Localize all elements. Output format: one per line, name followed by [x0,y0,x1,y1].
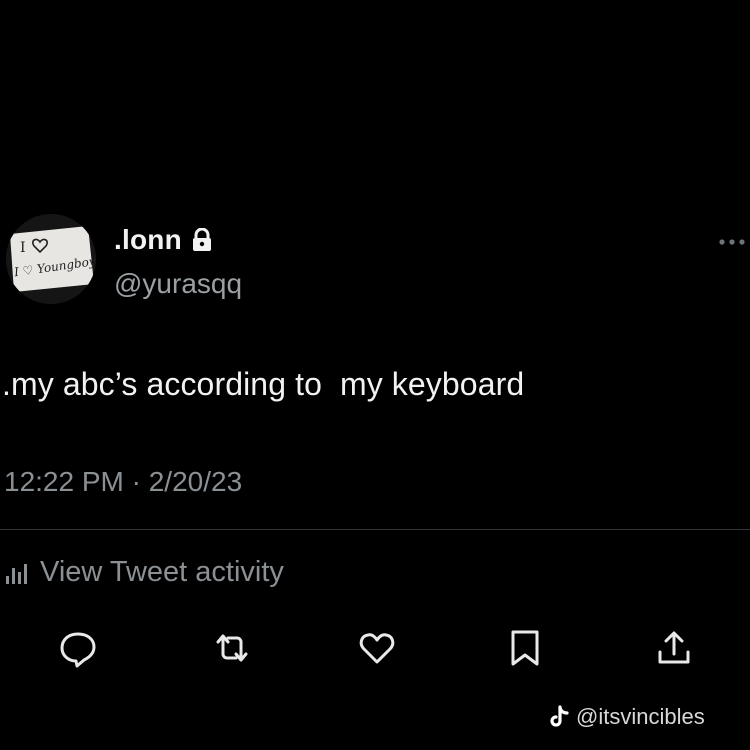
author-handle[interactable]: @yurasqq [114,268,242,300]
display-name[interactable]: .lonn [114,224,182,256]
avatar-image: I I ♡ Youngboy [6,214,96,304]
author-name-row: .lonn [114,224,213,256]
watermark-text: @itsvincibles [576,704,705,729]
tiktok-icon [550,705,569,727]
action-bar [0,628,750,672]
bookmark-icon [511,630,539,666]
reply-button[interactable] [58,628,98,668]
bookmark-button[interactable] [505,628,545,668]
watermark: @itsvincibles [548,704,705,730]
view-tweet-activity-link[interactable]: View Tweet activity [4,556,284,589]
share-upload-icon [658,631,690,664]
tweet-text: .my abc’s according to my keyboard [2,366,525,402]
heart-icon [359,633,395,664]
activity-label: View Tweet activity [40,556,284,588]
retweet-icon [216,634,248,662]
avatar[interactable]: I I ♡ Youngboy [6,214,96,304]
speech-bubble-icon [60,632,96,668]
lock-icon [192,228,211,251]
retweet-button[interactable] [212,628,252,668]
like-button[interactable] [357,628,397,668]
more-options-icon[interactable] [718,238,750,246]
tweet-timestamp[interactable]: 12:22 PM · 2/20/23 [4,466,242,498]
share-button[interactable] [654,628,694,668]
bar-chart-icon [6,563,27,584]
divider [0,529,750,530]
svg-text:I: I [20,240,26,256]
